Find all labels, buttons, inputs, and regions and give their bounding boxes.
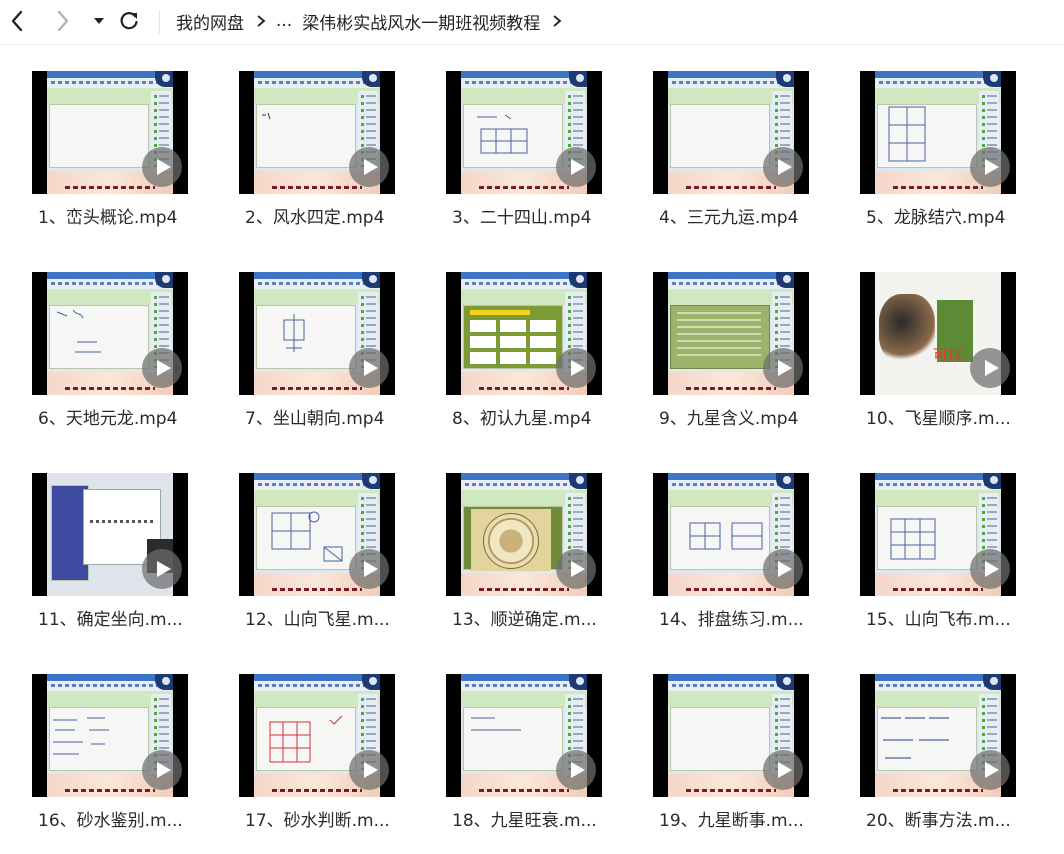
video-thumbnail[interactable] (32, 674, 188, 797)
file-name[interactable]: 3、二十四山.mp4 (446, 203, 642, 228)
file-item[interactable]: 可以 10、飞星顺序.m... (860, 272, 1050, 452)
video-thumbnail[interactable] (446, 71, 602, 194)
file-item[interactable]: 7、坐山朝向.mp4 (239, 272, 429, 452)
thumbnail-caption: 可以 (933, 346, 964, 364)
play-icon[interactable] (556, 348, 596, 388)
navigation-bar: 我的网盘 ... 梁伟彬实战风水一期班视频教程 (0, 0, 1064, 45)
breadcrumb-current[interactable]: 梁伟彬实战风水一期班视频教程 (302, 9, 540, 34)
breadcrumb-root[interactable]: 我的网盘 (176, 9, 244, 34)
play-icon[interactable] (142, 147, 182, 187)
play-icon[interactable] (142, 750, 182, 790)
file-name[interactable]: 14、排盘练习.m... (653, 605, 849, 630)
file-item[interactable]: 19、九星断事.m... (653, 674, 843, 854)
play-icon[interactable] (349, 348, 389, 388)
play-icon[interactable] (970, 147, 1010, 187)
breadcrumb-separator-icon (552, 14, 562, 28)
video-thumbnail[interactable] (860, 674, 1016, 797)
file-name[interactable]: 6、天地元龙.mp4 (32, 404, 228, 429)
chevron-left-icon (11, 10, 23, 32)
video-thumbnail[interactable] (239, 71, 395, 194)
video-thumbnail[interactable] (446, 674, 602, 797)
refresh-icon (120, 12, 138, 30)
file-name[interactable]: 11、确定坐向.m... (32, 605, 228, 630)
video-thumbnail[interactable]: 可以 (860, 272, 1016, 395)
file-name[interactable]: 20、断事方法.m... (860, 806, 1056, 831)
refresh-button[interactable] (116, 8, 142, 34)
file-name[interactable]: 2、风水四定.mp4 (239, 203, 435, 228)
play-icon[interactable] (556, 750, 596, 790)
file-name[interactable]: 9、九星含义.mp4 (653, 404, 849, 429)
play-icon[interactable] (970, 750, 1010, 790)
file-name[interactable]: 8、初认九星.mp4 (446, 404, 642, 429)
file-item[interactable]: 13、顺逆确定.m... (446, 473, 636, 653)
video-thumbnail[interactable] (653, 473, 809, 596)
file-item[interactable]: 20、断事方法.m... (860, 674, 1050, 854)
file-item[interactable]: 15、山向飞布.m... (860, 473, 1050, 653)
file-item[interactable]: 6、天地元龙.mp4 (32, 272, 222, 452)
breadcrumb-separator-icon (256, 14, 266, 28)
breadcrumb-ellipsis[interactable]: ... (276, 11, 292, 31)
forward-button[interactable] (50, 8, 76, 34)
file-item[interactable]: 3、二十四山.mp4 (446, 71, 636, 251)
chevron-right-icon (57, 10, 69, 32)
video-thumbnail[interactable] (32, 71, 188, 194)
file-item[interactable]: 8、初认九星.mp4 (446, 272, 636, 452)
play-icon[interactable] (970, 549, 1010, 589)
toolbar-divider (159, 10, 160, 34)
file-item[interactable]: 5、龙脉结穴.mp4 (860, 71, 1050, 251)
play-icon[interactable] (970, 348, 1010, 388)
file-name[interactable]: 19、九星断事.m... (653, 806, 849, 831)
history-dropdown-button[interactable] (86, 8, 112, 34)
video-thumbnail[interactable] (653, 272, 809, 395)
video-thumbnail[interactable] (446, 473, 602, 596)
video-thumbnail[interactable] (239, 473, 395, 596)
caret-down-icon (94, 18, 104, 24)
play-icon[interactable] (763, 549, 803, 589)
file-name[interactable]: 17、砂水判断.m... (239, 806, 435, 831)
back-button[interactable] (4, 8, 30, 34)
video-thumbnail[interactable] (239, 272, 395, 395)
file-item[interactable]: 1、峦头概论.mp4 (32, 71, 222, 251)
file-name[interactable]: 5、龙脉结穴.mp4 (860, 203, 1056, 228)
file-name[interactable]: 13、顺逆确定.m... (446, 605, 642, 630)
play-icon[interactable] (556, 549, 596, 589)
file-item[interactable]: 18、九星旺衰.m... (446, 674, 636, 854)
file-name[interactable]: 15、山向飞布.m... (860, 605, 1056, 630)
play-icon[interactable] (763, 348, 803, 388)
file-item[interactable]: 16、砂水鉴别.m... (32, 674, 222, 854)
file-name[interactable]: 18、九星旺衰.m... (446, 806, 642, 831)
play-icon[interactable] (556, 147, 596, 187)
file-item[interactable]: 2、风水四定.mp4 (239, 71, 429, 251)
file-item[interactable]: 17、砂水判断.m... (239, 674, 429, 854)
file-name[interactable]: 12、山向飞星.m... (239, 605, 435, 630)
file-name[interactable]: 10、飞星顺序.m... (860, 404, 1056, 429)
play-icon[interactable] (349, 147, 389, 187)
file-name[interactable]: 16、砂水鉴别.m... (32, 806, 228, 831)
video-thumbnail[interactable] (32, 473, 188, 596)
video-thumbnail[interactable] (860, 473, 1016, 596)
file-name[interactable]: 1、峦头概论.mp4 (32, 203, 228, 228)
play-icon[interactable] (763, 750, 803, 790)
play-icon[interactable] (349, 750, 389, 790)
file-item[interactable]: 11、确定坐向.m... (32, 473, 222, 653)
video-thumbnail[interactable] (32, 272, 188, 395)
file-name[interactable]: 7、坐山朝向.mp4 (239, 404, 435, 429)
file-name[interactable]: 4、三元九运.mp4 (653, 203, 849, 228)
play-icon[interactable] (763, 147, 803, 187)
play-icon[interactable] (349, 549, 389, 589)
file-item[interactable]: 14、排盘练习.m... (653, 473, 843, 653)
file-item[interactable]: 4、三元九运.mp4 (653, 71, 843, 251)
file-item[interactable]: 9、九星含义.mp4 (653, 272, 843, 452)
video-thumbnail[interactable] (860, 71, 1016, 194)
video-thumbnail[interactable] (653, 71, 809, 194)
video-thumbnail[interactable] (446, 272, 602, 395)
video-thumbnail[interactable] (239, 674, 395, 797)
video-thumbnail[interactable] (653, 674, 809, 797)
breadcrumb: 我的网盘 ... 梁伟彬实战风水一期班视频教程 (176, 8, 572, 34)
play-icon[interactable] (142, 549, 182, 589)
play-icon[interactable] (142, 348, 182, 388)
file-item[interactable]: 12、山向飞星.m... (239, 473, 429, 653)
